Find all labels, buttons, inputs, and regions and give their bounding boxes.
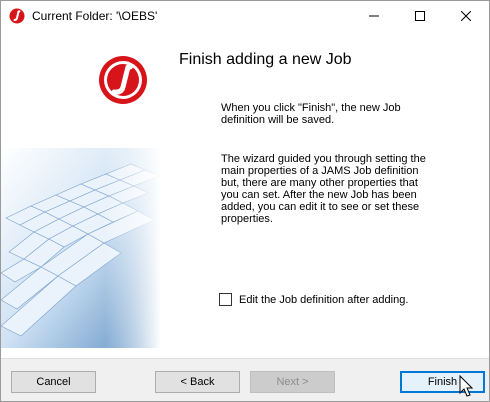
jams-logo-icon [9,8,25,24]
close-button[interactable] [443,1,489,31]
edit-after-adding-checkbox[interactable]: Edit the Job definition after adding. [219,293,408,306]
back-button[interactable]: < Back [155,371,240,393]
checkbox-label[interactable]: Edit the Job definition after adding. [239,294,408,306]
minimize-icon [369,15,379,17]
maximize-icon [415,11,425,21]
cancel-button[interactable]: Cancel [11,371,96,393]
button-bar: Cancel < Back Next > Finish [1,358,489,401]
wizard-window: Current Folder: '\OEBS' Finish adding a … [0,0,490,402]
keyboard-image [1,148,161,348]
save-description: When you click "Finish", the new Job def… [221,102,401,126]
title-bar[interactable]: Current Folder: '\OEBS' [1,1,489,31]
wizard-content: Finish adding a new Job When you click "… [1,31,489,358]
minimize-button[interactable] [351,1,397,31]
window-title: Current Folder: '\OEBS' [32,9,158,23]
close-icon [461,11,471,21]
mouse-cursor-icon [459,375,474,397]
jams-logo [99,56,147,104]
checkbox-box[interactable] [219,293,232,306]
maximize-button[interactable] [397,1,443,31]
page-heading: Finish adding a new Job [179,51,352,68]
next-button[interactable]: Next > [250,371,335,393]
wizard-description: The wizard guided you through setting th… [221,153,426,225]
